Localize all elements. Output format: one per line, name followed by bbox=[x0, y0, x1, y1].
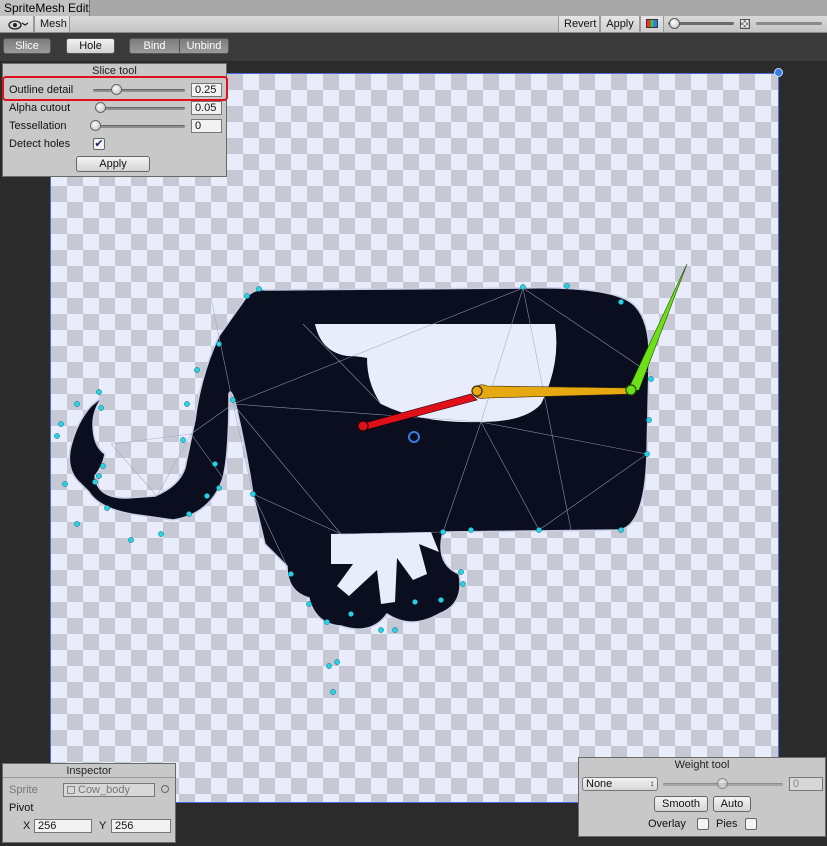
window-title: SpriteMesh Editor bbox=[4, 1, 90, 15]
sprite-canvas[interactable] bbox=[50, 73, 779, 803]
eye-icon bbox=[7, 19, 28, 30]
toolbar: Mesh Revert Apply bbox=[0, 16, 827, 33]
tessellation-slider[interactable] bbox=[95, 125, 185, 128]
detect-holes-label: Detect holes bbox=[9, 138, 71, 150]
alpha-cutout-slider[interactable] bbox=[95, 107, 185, 110]
titlebar bbox=[90, 0, 827, 16]
weight-tool-title: Weight tool bbox=[674, 759, 730, 771]
weight-slider-thumb[interactable] bbox=[717, 778, 728, 789]
tool-row bbox=[0, 33, 827, 61]
tessellation-thumb[interactable] bbox=[90, 120, 101, 131]
sprite-mesh-view[interactable] bbox=[51, 74, 779, 803]
mesh-tab[interactable]: Mesh bbox=[34, 16, 70, 32]
bone-select[interactable]: None ↕ bbox=[582, 777, 658, 791]
alpha-checker-icon[interactable] bbox=[740, 19, 750, 29]
alpha-cutout-thumb[interactable] bbox=[94, 102, 106, 113]
object-picker-icon[interactable] bbox=[161, 785, 169, 793]
inspector-panel: Inspector Sprite Cow_body Pivot X 256 Y … bbox=[2, 763, 176, 843]
pivot-x-label: X bbox=[23, 820, 31, 832]
slice-tool-button[interactable]: Slice bbox=[3, 38, 51, 54]
window-tab[interactable]: SpriteMesh Editor bbox=[0, 0, 90, 16]
revert-button[interactable]: Revert bbox=[558, 16, 600, 32]
hole-tool-button[interactable]: Hole bbox=[66, 38, 115, 54]
tessellation-field[interactable]: 0 bbox=[191, 119, 222, 133]
pivot-x-field[interactable]: 256 bbox=[34, 819, 92, 833]
color-channel-button[interactable] bbox=[640, 16, 664, 32]
cow-sprite bbox=[68, 287, 650, 630]
slice-apply-button[interactable]: Apply bbox=[76, 156, 150, 172]
inspector-title: Inspector bbox=[3, 764, 175, 778]
weight-tool-panel: Weight tool None ↕ 0 Smooth Auto Overlay… bbox=[578, 757, 826, 837]
sprite-asset-icon bbox=[67, 786, 75, 794]
overlay-label: Overlay bbox=[648, 818, 686, 830]
color-channel-icon bbox=[646, 19, 658, 28]
alpha-slider-track[interactable] bbox=[756, 22, 822, 25]
resize-handle[interactable] bbox=[774, 68, 783, 77]
sprite-field[interactable]: Cow_body bbox=[63, 783, 155, 797]
unbind-tool-button[interactable]: Unbind bbox=[179, 38, 229, 54]
pivot-y-label: Y bbox=[99, 820, 107, 832]
apply-button[interactable]: Apply bbox=[600, 16, 640, 32]
pies-label: Pies bbox=[716, 818, 738, 830]
alpha-cutout-field[interactable]: 0.05 bbox=[191, 101, 222, 115]
view-toggle-button[interactable] bbox=[0, 16, 34, 32]
bind-tool-button[interactable]: Bind bbox=[129, 38, 180, 54]
sprite-field-value: Cow_body bbox=[78, 784, 130, 796]
dropdown-arrows-icon: ↕ bbox=[650, 779, 654, 788]
pivot-y-field[interactable]: 256 bbox=[111, 819, 171, 833]
sprite-label: Sprite bbox=[9, 784, 38, 796]
alpha-cutout-label: Alpha cutout bbox=[9, 102, 71, 114]
overlay-checkbox[interactable] bbox=[697, 818, 709, 830]
pies-checkbox[interactable] bbox=[745, 818, 757, 830]
smooth-button[interactable]: Smooth bbox=[654, 796, 708, 812]
bone-select-value: None bbox=[586, 778, 613, 790]
pivot-label: Pivot bbox=[9, 802, 34, 814]
auto-button[interactable]: Auto bbox=[713, 796, 751, 812]
outline-detail-highlight bbox=[2, 76, 228, 101]
zoom-slider-thumb[interactable] bbox=[669, 18, 680, 29]
detect-holes-checkbox[interactable]: ✔ bbox=[93, 138, 105, 150]
tessellation-label: Tessellation bbox=[9, 120, 67, 132]
weight-field[interactable]: 0 bbox=[789, 777, 823, 791]
